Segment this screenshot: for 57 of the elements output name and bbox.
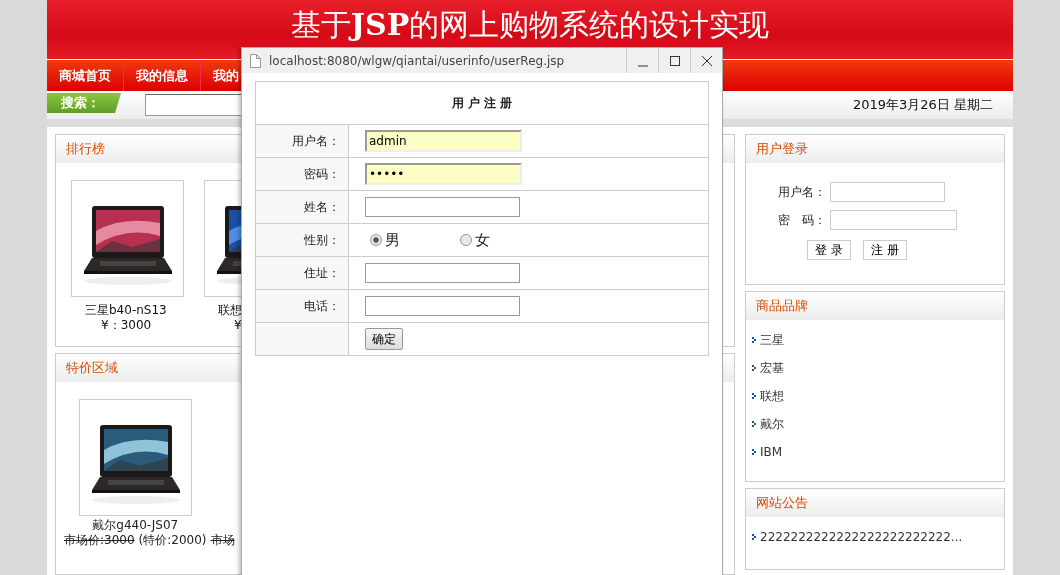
brand-link[interactable]: 联想 <box>760 389 784 403</box>
radio-label: 男 <box>385 230 400 250</box>
document-icon <box>250 53 261 68</box>
market-price: 市场 <box>210 533 235 548</box>
field-label: 电话： <box>255 289 349 323</box>
bullet-icon <box>752 534 756 540</box>
product-name[interactable]: 三星b40-nS13 <box>71 303 184 318</box>
brand-link[interactable]: 三星 <box>760 333 784 347</box>
nav-link[interactable]: 我的信息 <box>124 59 201 91</box>
radio-label: 女 <box>475 230 490 250</box>
confirm-button[interactable]: 确定 <box>365 328 403 350</box>
special-price: (特价:2000) <box>138 533 207 548</box>
input-field[interactable] <box>830 210 957 230</box>
brand-link[interactable]: 宏基 <box>760 361 784 375</box>
input-field[interactable]: admin <box>365 130 522 152</box>
product-name[interactable]: 戴尔g440-JS07 <box>92 518 179 533</box>
panel-title: 商品品牌 <box>756 297 808 315</box>
bullet-icon <box>752 365 756 371</box>
bullet-icon <box>752 393 756 399</box>
field-label: 用户名： <box>777 183 826 201</box>
maximize-icon <box>668 54 681 67</box>
input-field[interactable] <box>365 263 520 283</box>
close-icon <box>700 54 713 67</box>
register-button[interactable]: 注 册 <box>863 240 907 260</box>
nav-link[interactable]: 商城首页 <box>47 59 124 91</box>
field-label: 姓名： <box>255 190 349 224</box>
field-label: 密 码： <box>777 211 826 229</box>
bullet-icon <box>752 337 756 343</box>
panel-title: 特价区域 <box>66 359 118 377</box>
product-price: ¥ <box>233 318 243 333</box>
brand-link[interactable]: 戴尔 <box>760 417 784 431</box>
field-label: 密码： <box>255 157 349 191</box>
brand-link[interactable]: IBM <box>760 445 783 459</box>
input-field[interactable] <box>830 182 945 202</box>
radio-button[interactable] <box>370 234 382 246</box>
minimize-icon <box>636 64 649 67</box>
site-title: 基于JSP的网上购物系统的设计实现 <box>290 7 770 43</box>
bullet-icon <box>752 421 756 427</box>
input-field[interactable] <box>365 197 520 217</box>
field-label: 用户名： <box>255 124 349 158</box>
panel-title: 用户登录 <box>756 140 808 158</box>
login-button[interactable]: 登 录 <box>807 240 851 260</box>
window-url: localhost:8080/wlgw/qiantai/userinfo/userReg.jsp <box>269 53 565 68</box>
field-label: 住址： <box>255 256 349 290</box>
form-heading: 用 户 注 册 <box>255 81 709 125</box>
date-text: 2019年3月26日 星期二 <box>852 95 993 114</box>
panel-title: 网站公告 <box>756 494 808 512</box>
bullet-icon <box>752 449 756 455</box>
product-price: ¥：3000 <box>100 318 153 333</box>
input-field[interactable]: ••••• <box>365 163 522 185</box>
radio-button[interactable] <box>460 234 472 246</box>
market-price: 市场价:3000 <box>64 533 135 548</box>
search-label: 搜索： <box>47 92 121 113</box>
panel-title: 排行榜 <box>66 140 105 158</box>
notice-link[interactable]: 2222222222222222222222222... <box>760 530 963 544</box>
input-field[interactable] <box>365 296 520 316</box>
field-label: 性别： <box>255 223 349 257</box>
